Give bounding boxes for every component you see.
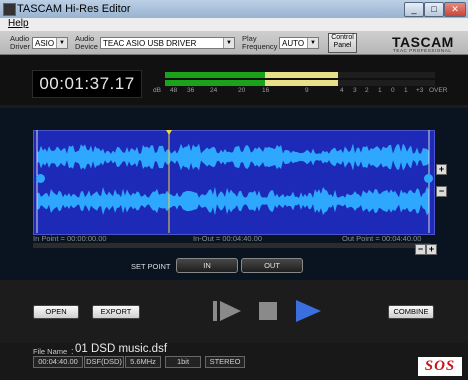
meter-scale-tick: 2 xyxy=(365,87,369,94)
export-button[interactable]: EXPORT xyxy=(92,305,140,319)
app-icon xyxy=(3,3,16,16)
meter-scale-tick: 0 xyxy=(391,87,395,94)
window-title: TASCAM Hi-Res Editor xyxy=(17,3,131,15)
waveform-channel xyxy=(37,186,429,216)
audio-device-value: TEAC ASIO USB DRIVER xyxy=(103,39,197,48)
file-name-label: File Name xyxy=(33,347,68,356)
meter-scale-tick: 9 xyxy=(305,87,309,94)
sos-badge: SOS xyxy=(418,357,462,376)
set-in-button[interactable]: IN xyxy=(176,258,238,273)
out-point-marker[interactable] xyxy=(424,174,433,183)
maximize-button[interactable]: □ xyxy=(424,2,444,17)
zoom-in-horizontal-button[interactable]: + xyxy=(426,244,437,255)
zoom-in-vertical-button[interactable]: + xyxy=(436,164,447,175)
audio-driver-label: Audio Driver xyxy=(10,35,30,51)
meter-scale-tick: 24 xyxy=(210,87,218,94)
audio-device-label-line2: Device xyxy=(75,42,98,51)
waveform-graph[interactable] xyxy=(33,130,433,233)
title-bar: TASCAM Hi-Res Editor _ □ ✕ xyxy=(0,0,468,19)
in-point-text: In Point = 00:00:00.00 xyxy=(33,234,107,243)
playhead-marker-icon[interactable] xyxy=(166,130,172,135)
file-name-colon: : xyxy=(71,346,74,356)
in-point-marker[interactable] xyxy=(36,174,45,183)
meter-scale-tick: 20 xyxy=(238,87,246,94)
control-panel-label-line2: Panel xyxy=(333,42,352,49)
control-panel-button[interactable]: Control Panel xyxy=(328,33,357,53)
waveform-channel xyxy=(37,143,429,171)
file-name: 01 DSD music.dsf xyxy=(75,343,168,355)
level-meter-right xyxy=(165,80,435,86)
menu-help[interactable]: Help xyxy=(8,18,29,29)
meter-scale-tick: 36 xyxy=(187,87,195,94)
audio-driver-select[interactable]: ASIO ▼ xyxy=(32,37,68,49)
file-channels: STEREO xyxy=(205,356,245,368)
play-frequency-select[interactable]: AUTO ▼ xyxy=(279,37,319,49)
meter-scale-tick: 4 xyxy=(340,87,344,94)
chevron-down-icon: ▼ xyxy=(223,38,234,48)
close-button[interactable]: ✕ xyxy=(444,2,466,17)
brand-subtitle: TEAC PROFESSIONAL xyxy=(393,48,452,53)
meter-scale: dB 48 36 24 20 16 9 4 3 2 1 0 1 +3 OVER xyxy=(150,87,447,97)
chevron-down-icon: ▼ xyxy=(307,38,318,48)
set-point-label: SET POINT xyxy=(131,262,171,271)
open-button[interactable]: OPEN xyxy=(33,305,79,319)
meter-scale-tick: 1 xyxy=(378,87,382,94)
zoom-out-horizontal-button[interactable]: − xyxy=(415,244,426,255)
audio-driver-value: ASIO xyxy=(35,39,55,48)
play-icon[interactable] xyxy=(296,300,322,322)
meter-scale-tick: OVER xyxy=(429,87,448,94)
audio-device-select[interactable]: TEAC ASIO USB DRIVER ▼ xyxy=(100,37,235,49)
meter-scale-tick: 1 xyxy=(404,87,408,94)
meter-green-segment xyxy=(165,72,265,78)
out-point-text: Out Point = 00:04:40.00 xyxy=(342,234,422,243)
meter-scale-tick: 16 xyxy=(262,87,270,94)
file-duration: 00:04:40.00 xyxy=(33,356,83,368)
meter-scale-tick: dB xyxy=(153,87,161,94)
meter-yellow-segment xyxy=(264,72,338,78)
play-frequency-value: AUTO xyxy=(282,39,305,48)
stop-icon[interactable] xyxy=(259,302,277,320)
meter-scale-tick: 48 xyxy=(170,87,178,94)
in-out-text: In-Out = 00:04:40.00 xyxy=(193,234,263,243)
minimize-button[interactable]: _ xyxy=(404,2,424,17)
skip-to-start-icon[interactable] xyxy=(213,300,243,322)
meter-scale-tick: +3 xyxy=(416,87,424,94)
meter-scale-tick: 3 xyxy=(353,87,357,94)
chevron-down-icon: ▼ xyxy=(56,38,67,48)
zoom-out-vertical-button[interactable]: − xyxy=(436,186,447,197)
meter-green-segment xyxy=(165,80,265,86)
control-panel-label-line1: Control xyxy=(331,34,354,41)
timecode-display: 00:01:37.17 xyxy=(32,70,142,98)
audio-device-label: Audio Device xyxy=(75,35,98,51)
file-sample-rate: 5.6MHz xyxy=(125,356,161,368)
set-out-button[interactable]: OUT xyxy=(241,258,303,273)
file-format: DSF(DSD) xyxy=(84,356,124,368)
menu-bar: Help xyxy=(0,18,468,32)
combine-button[interactable]: COMBINE xyxy=(388,305,434,319)
meter-yellow-segment xyxy=(264,80,338,86)
play-frequency-label-line2: Frequency xyxy=(242,42,278,51)
play-frequency-label: Play Frequency xyxy=(242,35,277,51)
file-bit-depth: 1bit xyxy=(165,356,201,368)
level-meter-left xyxy=(165,72,435,78)
waveform-scrollbar[interactable] xyxy=(33,243,431,248)
audio-driver-label-line2: Driver xyxy=(10,42,30,51)
